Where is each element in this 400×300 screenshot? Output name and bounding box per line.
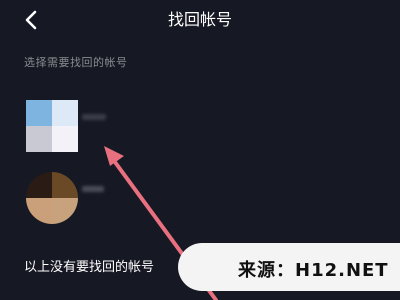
- avatar: [26, 172, 78, 224]
- account-name-blurred: [82, 186, 104, 192]
- avatar-pixel: [52, 126, 78, 152]
- avatar-pixel: [26, 172, 52, 198]
- subtitle: 选择需要找回的帐号: [24, 56, 128, 69]
- avatar-pixel: [26, 198, 52, 224]
- avatar-pixel: [52, 198, 78, 224]
- find-account-screen: 找回帐号 选择需要找回的帐号 以上没有要找回的帐号 来源：H12.NET: [0, 0, 400, 300]
- account-name-blurred: [82, 114, 106, 120]
- avatar-pixel: [26, 126, 52, 152]
- header: 找回帐号: [0, 0, 400, 40]
- avatar-pixel: [52, 172, 78, 198]
- account-item[interactable]: [26, 100, 226, 156]
- watermark-text: 来源：H12.NET: [238, 260, 389, 281]
- page-title: 找回帐号: [167, 10, 232, 29]
- avatar: [26, 100, 78, 152]
- no-account-option[interactable]: 以上没有要找回的帐号: [24, 256, 154, 275]
- avatar-pixel: [26, 100, 52, 126]
- avatar-pixel: [52, 100, 78, 126]
- account-item[interactable]: [26, 172, 226, 228]
